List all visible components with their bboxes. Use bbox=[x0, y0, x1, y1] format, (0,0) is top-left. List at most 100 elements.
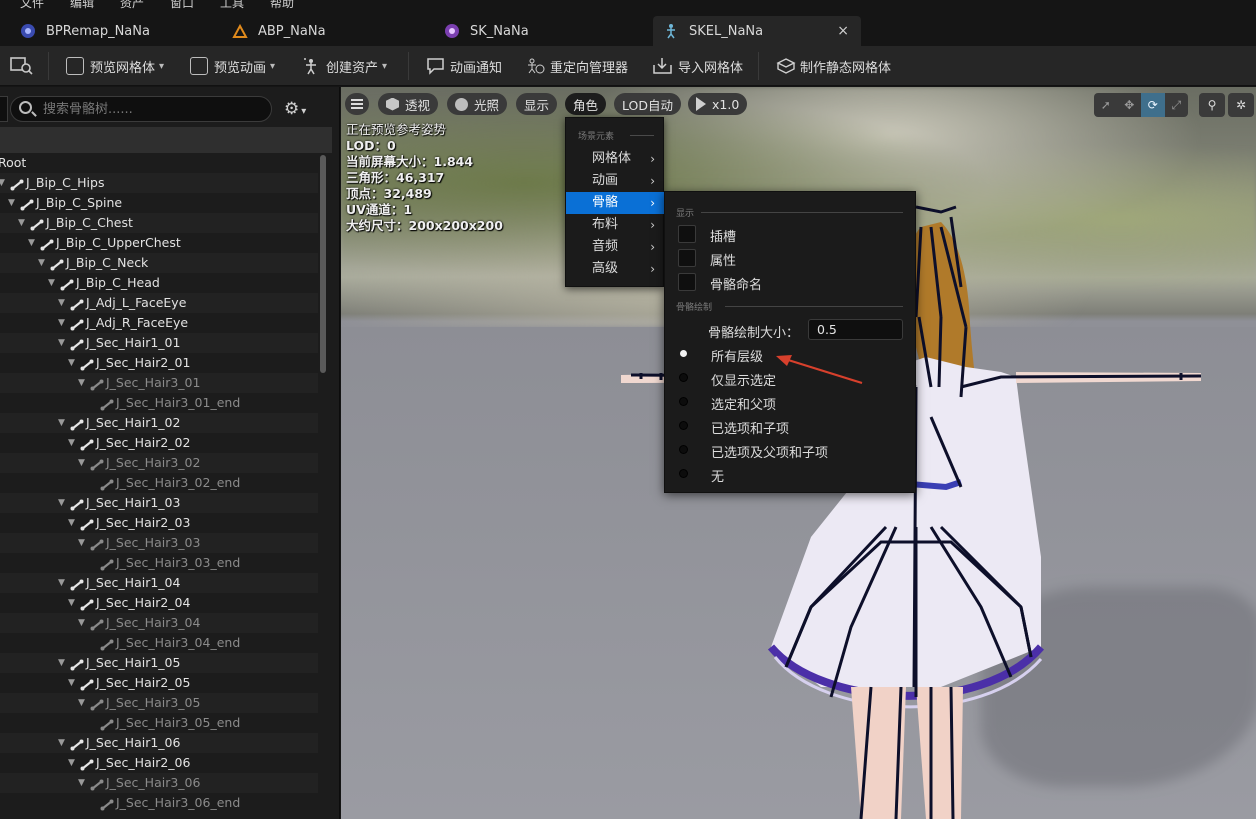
expand-arrow-icon[interactable]: ▼ bbox=[68, 673, 75, 693]
skeleton-search-input[interactable] bbox=[43, 100, 263, 118]
expand-arrow-icon[interactable]: ▼ bbox=[78, 453, 85, 473]
tree-row[interactable]: J_Sec_Hair3_05_end bbox=[0, 713, 318, 733]
select-icon[interactable]: ➚ bbox=[1094, 93, 1118, 117]
tree-row[interactable]: ▼ J_Bip_C_Chest bbox=[0, 213, 318, 233]
none-label[interactable]: 无 bbox=[711, 466, 724, 485]
selected-parents-children-label[interactable]: 已选项及父项和子项 bbox=[711, 442, 828, 461]
make-static-mesh-button[interactable]: 制作静态网格体 bbox=[776, 54, 891, 78]
expand-arrow-icon[interactable]: ▼ bbox=[58, 733, 65, 753]
preview-mesh-button[interactable]: 预览网格体 ▾ bbox=[66, 54, 164, 78]
tree-row[interactable]: ▼ J_Sec_Hair3_05 bbox=[0, 693, 318, 713]
tree-row[interactable]: ▼ J_Sec_Hair2_03 bbox=[0, 513, 318, 533]
expand-arrow-icon[interactable]: ▼ bbox=[58, 573, 65, 593]
tree-row[interactable]: J_Sec_Hair3_02_end bbox=[0, 473, 318, 493]
tree-row[interactable]: ▼ J_Bip_C_Head bbox=[0, 273, 318, 293]
create-asset-button[interactable]: 创建资产 ▾ bbox=[302, 54, 387, 78]
expand-arrow-icon[interactable]: ▼ bbox=[28, 233, 35, 253]
selected-and-children-label[interactable]: 已选项和子项 bbox=[711, 418, 789, 437]
tab-sk[interactable]: SK_NaNa bbox=[424, 16, 652, 46]
tree-row[interactable]: J_Sec_Hair3_04_end bbox=[0, 633, 318, 653]
menu-item-mesh[interactable]: 网格体 › bbox=[566, 148, 665, 170]
import-mesh-button[interactable]: 导入网格体 bbox=[652, 54, 743, 78]
viewport-options-button[interactable] bbox=[345, 93, 369, 115]
expand-arrow-icon[interactable]: ▼ bbox=[8, 193, 15, 213]
expand-arrow-icon[interactable]: ▼ bbox=[78, 533, 85, 553]
all-hierarchy-radio[interactable] bbox=[680, 350, 687, 357]
translate-icon[interactable]: ✥ bbox=[1118, 93, 1142, 117]
none-radio[interactable] bbox=[680, 470, 687, 477]
menu-window[interactable]: 窗口 bbox=[170, 0, 194, 10]
expand-arrow-icon[interactable]: ▼ bbox=[0, 173, 5, 193]
tree-row[interactable]: ▼ J_Adj_L_FaceEye bbox=[0, 293, 318, 313]
expand-arrow-icon[interactable]: ▼ bbox=[58, 293, 65, 313]
rotate-icon[interactable]: ⟳ bbox=[1141, 93, 1165, 117]
expand-arrow-icon[interactable]: ▼ bbox=[58, 313, 65, 333]
tree-row[interactable]: Root bbox=[0, 153, 318, 173]
expand-arrow-icon[interactable]: ▼ bbox=[68, 753, 75, 773]
tree-row[interactable]: J_Sec_Hair3_01_end bbox=[0, 393, 318, 413]
tree-row[interactable]: J_Sec_Hair3_06_end bbox=[0, 793, 318, 813]
all-hierarchy-label[interactable]: 所有层级 bbox=[711, 346, 763, 365]
tree-row[interactable]: ▼ J_Sec_Hair2_02 bbox=[0, 433, 318, 453]
tree-row[interactable]: ▼ J_Sec_Hair1_03 bbox=[0, 493, 318, 513]
expand-arrow-icon[interactable]: ▼ bbox=[58, 333, 65, 353]
sockets-checkbox[interactable] bbox=[678, 225, 696, 243]
menu-asset[interactable]: 资产 bbox=[120, 0, 144, 10]
tree-row[interactable]: ▼ J_Bip_C_UpperChest bbox=[0, 233, 318, 253]
expand-arrow-icon[interactable]: ▼ bbox=[68, 513, 75, 533]
menu-item-animation[interactable]: 动画 › bbox=[566, 170, 665, 192]
tree-row[interactable]: ▼ J_Sec_Hair2_04 bbox=[0, 593, 318, 613]
tree-row[interactable]: ▼ J_Sec_Hair1_04 bbox=[0, 573, 318, 593]
tree-row[interactable]: ▼ J_Sec_Hair3_01 bbox=[0, 373, 318, 393]
selected-only-radio[interactable] bbox=[680, 374, 687, 381]
tree-row[interactable]: ▼ J_Sec_Hair3_03 bbox=[0, 533, 318, 553]
tab-skel[interactable]: SKEL_NaNa × bbox=[653, 16, 861, 46]
attributes-checkbox[interactable] bbox=[678, 249, 696, 267]
show-button[interactable]: 显示 bbox=[516, 93, 558, 115]
menu-item-audio[interactable]: 音频 › bbox=[566, 236, 665, 258]
expand-arrow-icon[interactable]: ▼ bbox=[78, 373, 85, 393]
anim-notify-button[interactable]: 动画通知 bbox=[426, 54, 502, 78]
tree-row[interactable]: ▼ J_Bip_C_Spine bbox=[0, 193, 318, 213]
expand-arrow-icon[interactable]: ▼ bbox=[58, 493, 65, 513]
tree-row[interactable]: ▼ J_Sec_Hair1_01 bbox=[0, 333, 318, 353]
menu-item-bones[interactable]: 骨骼 › bbox=[566, 192, 665, 214]
tree-row[interactable]: ▼ J_Sec_Hair1_02 bbox=[0, 413, 318, 433]
tree-row[interactable]: ▼ J_Sec_Hair2_06 bbox=[0, 753, 318, 773]
tree-row[interactable]: ▼ J_Sec_Hair3_04 bbox=[0, 613, 318, 633]
skeleton-search-box[interactable] bbox=[10, 96, 272, 122]
tree-row[interactable]: ▼ J_Sec_Hair3_06 bbox=[0, 773, 318, 793]
skeleton-view-button[interactable]: ⚲ bbox=[1199, 93, 1225, 117]
preview-anim-button[interactable]: 预览动画 ▾ bbox=[190, 54, 275, 78]
lod-button[interactable]: LOD自动 bbox=[614, 93, 681, 115]
close-icon[interactable]: × bbox=[837, 23, 849, 39]
bone-draw-size-input[interactable]: 0.5 bbox=[808, 319, 903, 340]
expand-arrow-icon[interactable]: ▼ bbox=[78, 613, 85, 633]
play-speed-button[interactable]: x1.0 bbox=[688, 93, 748, 115]
menu-edit[interactable]: 编辑 bbox=[70, 0, 94, 10]
scale-icon[interactable]: ⤢ bbox=[1165, 93, 1189, 117]
expand-arrow-icon[interactable]: ▼ bbox=[58, 413, 65, 433]
menu-file[interactable]: 文件 bbox=[20, 0, 44, 10]
tree-row[interactable]: ▼ J_Sec_Hair3_02 bbox=[0, 453, 318, 473]
menu-item-advanced[interactable]: 高级 › bbox=[566, 258, 665, 280]
character-button[interactable]: 角色 bbox=[565, 93, 607, 115]
expand-arrow-icon[interactable]: ▼ bbox=[68, 433, 75, 453]
menu-item-cloth[interactable]: 布料 › bbox=[566, 214, 665, 236]
tab-abp[interactable]: ABP_NaNa bbox=[212, 16, 424, 46]
tree-row[interactable]: ▼ J_Bip_C_Hips bbox=[0, 173, 318, 193]
perspective-button[interactable]: 透视 bbox=[378, 93, 439, 115]
tree-row[interactable]: ▼ J_Bip_C_Neck bbox=[0, 253, 318, 273]
expand-arrow-icon[interactable]: ▼ bbox=[58, 653, 65, 673]
lighting-button[interactable]: 光照 bbox=[447, 93, 508, 115]
menu-help[interactable]: 帮助 bbox=[270, 0, 294, 10]
tree-row[interactable]: ▼ J_Sec_Hair2_05 bbox=[0, 673, 318, 693]
tree-row[interactable]: ▼ J_Sec_Hair2_01 bbox=[0, 353, 318, 373]
tree-row[interactable]: ▼ J_Sec_Hair1_06 bbox=[0, 733, 318, 753]
bone-names-checkbox[interactable] bbox=[678, 273, 696, 291]
expand-arrow-icon[interactable]: ▼ bbox=[48, 273, 55, 293]
expand-arrow-icon[interactable]: ▼ bbox=[78, 693, 85, 713]
expand-arrow-icon[interactable]: ▼ bbox=[18, 213, 25, 233]
viewport-settings-button[interactable]: ✲ bbox=[1228, 93, 1254, 117]
expand-arrow-icon[interactable]: ▼ bbox=[78, 773, 85, 793]
